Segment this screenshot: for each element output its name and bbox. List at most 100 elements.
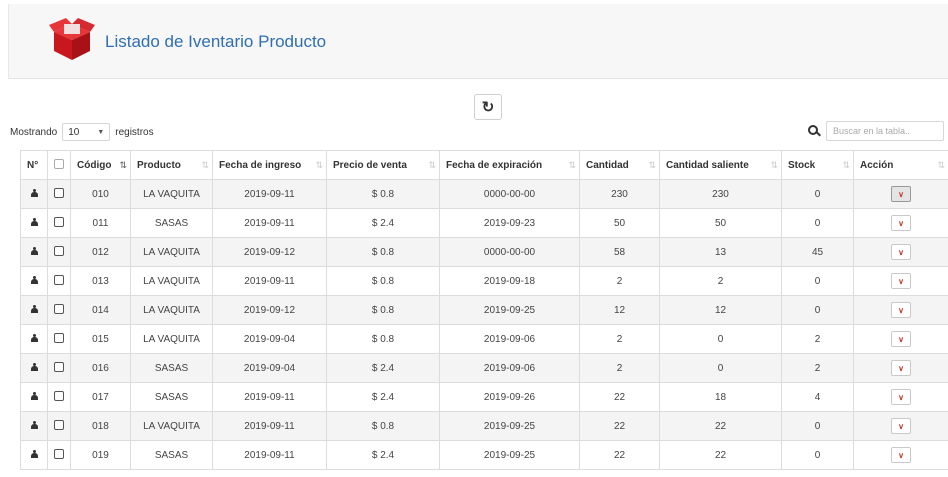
table-row: 011 SASAS 2019-09-11 $ 2.4 2019-09-23 50 50 0 ∨ [20, 208, 948, 238]
row-action-cell: ∨ [853, 353, 948, 383]
row-select-cell[interactable] [47, 440, 71, 470]
row-checkbox[interactable] [54, 303, 64, 314]
row-action-cell: ∨ [853, 382, 948, 412]
row-checkbox[interactable] [54, 187, 64, 198]
cell-expiracion: 2019-09-18 [439, 266, 580, 296]
cell-producto: SASAS [130, 440, 213, 470]
action-dropdown-button[interactable]: ∨ [891, 215, 911, 231]
page-length-select[interactable]: 10 ▼ [62, 123, 111, 141]
col-header-cantidad-saliente[interactable]: Cantidad saliente ⇅ [659, 150, 782, 180]
user-icon [30, 275, 38, 284]
length-prefix: Mostrando [10, 126, 58, 138]
row-select-cell[interactable] [47, 353, 71, 383]
cell-producto: LA VAQUITA [130, 237, 213, 267]
row-user-cell [20, 208, 48, 238]
user-icon [30, 333, 38, 342]
col-header-precio-venta[interactable]: Precio de venta ⇅ [326, 150, 440, 180]
action-dropdown-button[interactable]: ∨ [891, 244, 911, 260]
length-menu: Mostrando 10 ▼ registros [10, 123, 154, 141]
cell-stock: 0 [781, 266, 854, 296]
row-checkbox[interactable] [54, 216, 64, 227]
row-select-cell[interactable] [47, 208, 71, 238]
cell-precio: $ 0.8 [326, 411, 440, 441]
sort-icon: ⇅ [201, 159, 208, 170]
row-select-cell[interactable] [47, 324, 71, 354]
user-icon [30, 246, 38, 255]
cell-saliente: 50 [659, 208, 782, 238]
row-user-cell [20, 295, 48, 325]
cell-cantidad: 2 [579, 266, 660, 296]
action-dropdown-button[interactable]: ∨ [891, 360, 911, 376]
action-dropdown-button[interactable]: ∨ [891, 302, 911, 318]
cell-expiracion: 2019-09-25 [439, 440, 580, 470]
row-select-cell[interactable] [47, 295, 71, 325]
row-select-cell[interactable] [47, 179, 71, 209]
row-checkbox[interactable] [54, 361, 64, 372]
action-dropdown-button[interactable]: ∨ [891, 186, 911, 202]
row-action-cell: ∨ [853, 411, 948, 441]
chevron-down-icon: ∨ [898, 393, 904, 402]
cell-precio: $ 0.8 [326, 324, 440, 354]
chevron-down-icon: ∨ [898, 422, 904, 431]
cell-expiracion: 2019-09-26 [439, 382, 580, 412]
refresh-button[interactable]: ↻ [474, 94, 502, 120]
row-checkbox[interactable] [54, 419, 64, 430]
cell-ingreso: 2019-09-12 [212, 295, 327, 325]
row-select-cell[interactable] [47, 382, 71, 412]
col-header-cantidad[interactable]: Cantidad ⇅ [579, 150, 660, 180]
row-checkbox[interactable] [54, 332, 64, 343]
row-select-cell[interactable] [47, 411, 71, 441]
select-all-checkbox[interactable] [54, 158, 64, 169]
cell-precio: $ 2.4 [326, 208, 440, 238]
action-dropdown-button[interactable]: ∨ [891, 331, 911, 347]
cell-cantidad: 2 [579, 353, 660, 383]
row-checkbox[interactable] [54, 245, 64, 256]
col-header-accion[interactable]: Acción ⇅ [853, 150, 948, 180]
cell-expiracion: 0000-00-00 [439, 237, 580, 267]
col-header-select[interactable] [47, 150, 71, 180]
user-icon [30, 188, 38, 197]
col-header-stock[interactable]: Stock ⇅ [781, 150, 854, 180]
cell-producto: SASAS [130, 382, 213, 412]
cell-codigo: 019 [70, 440, 131, 470]
row-checkbox[interactable] [54, 274, 64, 285]
cell-ingreso: 2019-09-11 [212, 382, 327, 412]
sort-icon: ⇅ [937, 159, 944, 170]
search-input[interactable] [826, 121, 944, 141]
row-action-cell: ∨ [853, 324, 948, 354]
col-header-fecha-ingreso[interactable]: Fecha de ingreso ⇅ [212, 150, 327, 180]
cell-cantidad: 2 [579, 324, 660, 354]
row-select-cell[interactable] [47, 237, 71, 267]
cell-producto: SASAS [130, 353, 213, 383]
row-user-cell [20, 266, 48, 296]
row-action-cell: ∨ [853, 266, 948, 296]
cell-saliente: 22 [659, 440, 782, 470]
cell-producto: SASAS [130, 208, 213, 238]
action-dropdown-button[interactable]: ∨ [891, 418, 911, 434]
row-user-cell [20, 179, 48, 209]
chevron-down-icon: ∨ [898, 364, 904, 373]
cell-expiracion: 2019-09-06 [439, 353, 580, 383]
cell-stock: 0 [781, 179, 854, 209]
cell-codigo: 015 [70, 324, 131, 354]
col-header-fecha-expiracion[interactable]: Fecha de expiración ⇅ [439, 150, 580, 180]
sort-icon: ⇅ [568, 159, 575, 170]
col-header-producto[interactable]: Producto ⇅ [130, 150, 213, 180]
action-dropdown-button[interactable]: ∨ [891, 389, 911, 405]
row-action-cell: ∨ [853, 237, 948, 267]
chevron-down-icon: ∨ [898, 190, 904, 199]
page-title: Listado de Iventario Producto [105, 32, 327, 51]
cell-saliente: 2 [659, 266, 782, 296]
table-row: 015 LA VAQUITA 2019-09-04 $ 0.8 2019-09-06 2 0… [20, 324, 948, 354]
row-select-cell[interactable] [47, 266, 71, 296]
row-checkbox[interactable] [54, 390, 64, 401]
action-dropdown-button[interactable]: ∨ [891, 273, 911, 289]
cell-producto: LA VAQUITA [130, 324, 213, 354]
col-header-codigo[interactable]: Código ⇅ [70, 150, 131, 180]
refresh-icon: ↻ [481, 99, 495, 116]
user-icon [30, 391, 38, 400]
cell-ingreso: 2019-09-11 [212, 179, 327, 209]
cell-saliente: 13 [659, 237, 782, 267]
action-dropdown-button[interactable]: ∨ [891, 447, 911, 463]
row-checkbox[interactable] [54, 448, 64, 459]
